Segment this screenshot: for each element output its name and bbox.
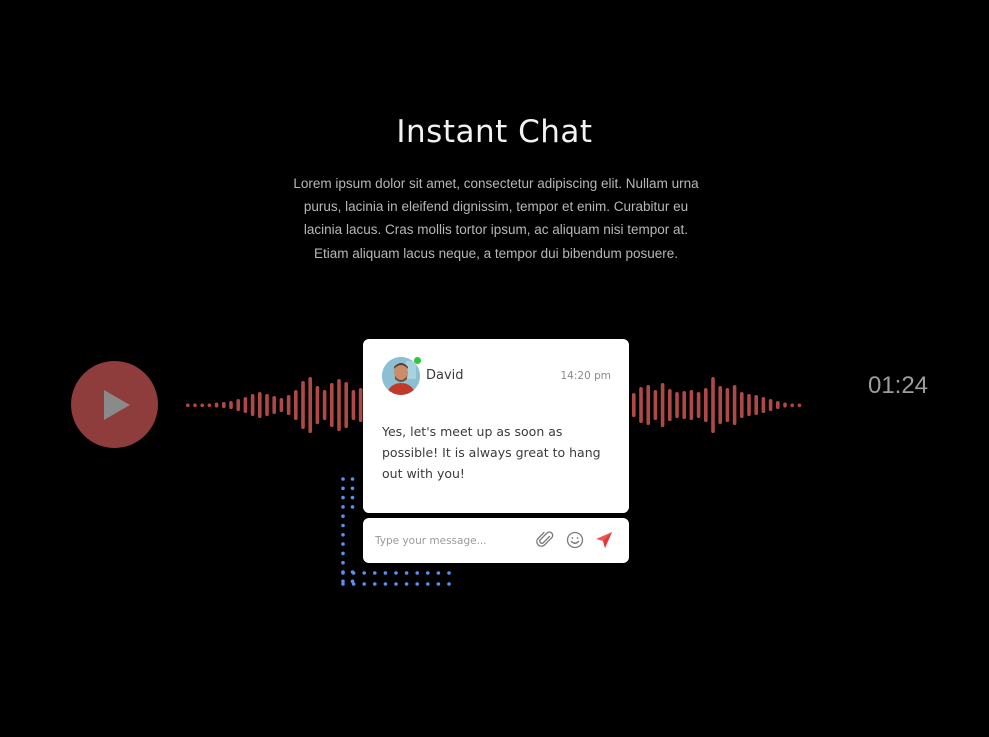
decor-dot [341, 486, 345, 491]
decor-dot [341, 495, 345, 500]
message-timestamp: 14:20 pm [560, 370, 612, 382]
decor-dot [447, 571, 451, 575]
chat-message-card: David 14:20 pm Yes, let's meet up as soo… [363, 339, 629, 513]
online-status-dot [414, 357, 421, 364]
message-composer [363, 518, 629, 563]
decor-dot [373, 571, 377, 575]
decor-dot [350, 486, 355, 491]
page-title: Instant Chat [396, 114, 593, 150]
decor-dot [341, 514, 345, 518]
decor-dot [350, 477, 355, 481]
decor-dot [404, 582, 409, 586]
audio-duration: 01:24 [867, 372, 929, 399]
decor-dot [373, 582, 377, 586]
decor-dot [341, 523, 345, 528]
decor-dot [426, 571, 430, 575]
message-text: Yes, let's meet up as soon as possible! … [382, 424, 601, 481]
decor-dot [350, 505, 355, 509]
decor-dot [415, 582, 420, 586]
decor-dot [426, 582, 430, 586]
decor-dot [341, 571, 345, 575]
decor-dot [351, 582, 356, 586]
decor-dot [436, 582, 441, 586]
page-description: Lorem ipsum dolor sit amet, consectetur … [293, 176, 699, 261]
decor-dot [415, 571, 420, 575]
decor-dot [394, 582, 398, 586]
decor-dot [383, 571, 388, 575]
decor-dot [341, 582, 345, 586]
sender-name: David [426, 368, 464, 383]
decor-dot [436, 571, 441, 575]
decor-dot [362, 582, 367, 586]
play-icon [104, 389, 130, 420]
decor-dot [350, 495, 355, 500]
decor-dot [383, 582, 388, 586]
decor-dot [341, 533, 345, 537]
emoji-icon[interactable] [565, 530, 585, 550]
decor-dot [341, 542, 345, 546]
paperclip-icon[interactable] [536, 530, 556, 550]
decor-dot [362, 571, 367, 575]
play-button[interactable] [71, 361, 158, 448]
decor-dot [341, 477, 345, 481]
decor-dot [341, 560, 345, 565]
send-icon[interactable] [594, 530, 614, 550]
decor-dot [341, 505, 345, 509]
decor-dot [447, 582, 451, 586]
decor-dot [394, 571, 398, 575]
message-input[interactable] [375, 530, 525, 552]
decor-dot [351, 571, 356, 575]
decor-dot [341, 551, 345, 556]
decor-dot [404, 571, 409, 575]
